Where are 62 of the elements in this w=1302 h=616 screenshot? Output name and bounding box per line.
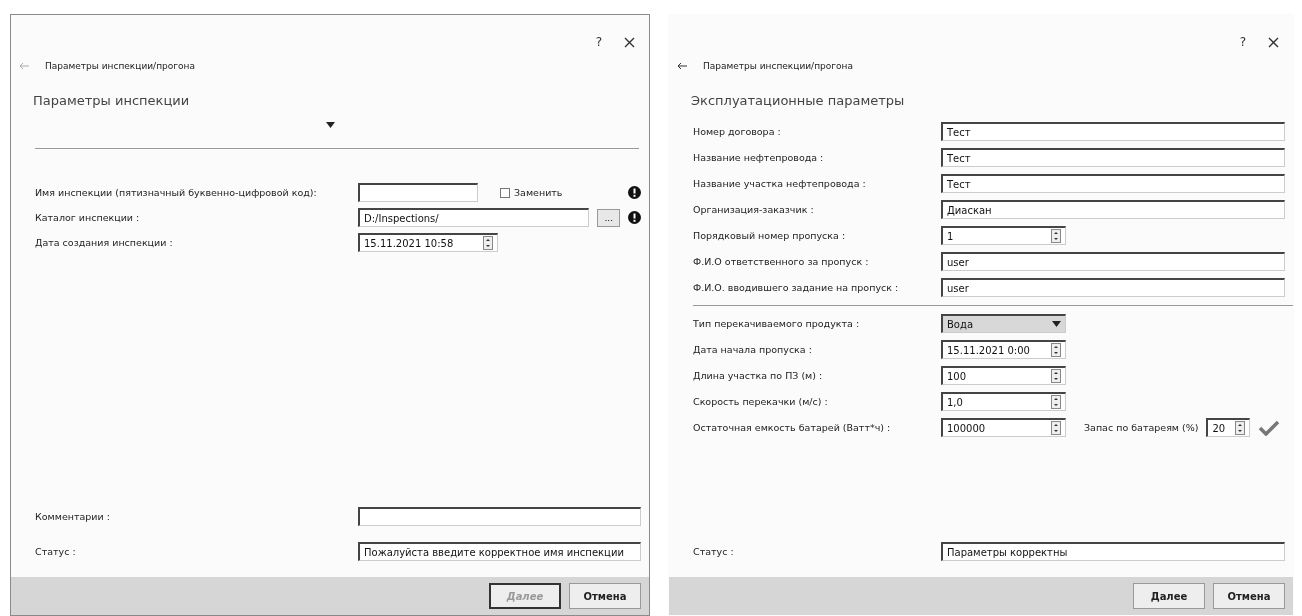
text-field[interactable]: Пожалуйста введите корректное имя инспекции — [358, 542, 641, 561]
spinner-arrows-icon[interactable] — [1051, 369, 1061, 383]
browse-button[interactable]: ... — [597, 208, 620, 227]
back-arrow-icon[interactable] — [677, 62, 687, 70]
spin-field[interactable]: 15.11.2021 0:00 — [941, 340, 1066, 359]
text-field[interactable]: Параметры корректны — [941, 542, 1285, 561]
spin-field[interactable]: 100000 — [941, 418, 1066, 437]
section-heading: Эксплуатационные параметры — [690, 92, 906, 108]
spinner-arrows-icon[interactable] — [1051, 343, 1061, 357]
close-icon[interactable] — [1268, 36, 1279, 48]
breadcrumb-title: Параметры инспекции/прогона — [45, 61, 195, 71]
field-label: Название участка нефтепровода : — [693, 178, 867, 189]
spinner-arrows-icon[interactable] — [483, 236, 493, 250]
field-label: Каталог инспекции : — [35, 212, 141, 223]
field-label: Имя инспекции (пятизначный буквенно-цифровой код): — [35, 187, 318, 198]
text-field[interactable]: Диаскан — [941, 200, 1285, 219]
field-label: Дата создания инспекции : — [35, 237, 174, 248]
text-field[interactable]: user — [941, 252, 1285, 271]
spinner-arrows-icon[interactable] — [1235, 421, 1246, 435]
field-label: Статус : — [693, 546, 735, 557]
dropdown-caret-icon[interactable] — [1052, 321, 1061, 327]
dropdown-arrow-icon[interactable] — [325, 122, 335, 128]
breadcrumb-title: Параметры инспекции/прогона — [703, 61, 853, 71]
spinner-arrows-icon[interactable] — [1051, 395, 1061, 409]
field-label: Комментарии : — [35, 511, 111, 522]
text-field[interactable] — [358, 183, 478, 202]
spin-field[interactable]: 15.11.2021 10:58 — [358, 233, 498, 252]
close-icon[interactable] — [624, 36, 635, 48]
field-label: Название нефтепровода : — [693, 152, 825, 163]
field-label: Номер договора : — [693, 126, 782, 137]
checkbox[interactable] — [500, 187, 510, 198]
field-label: Дата начала пропуска : — [693, 344, 813, 355]
cancel-button[interactable]: Отмена — [569, 583, 641, 609]
field-label: Длина участка по ПЗ (м) : — [693, 370, 824, 381]
field-label: Ф.И.О. вводившего задание на пропуск : — [693, 282, 900, 293]
spin-field[interactable]: 20 — [1206, 418, 1251, 437]
select-field[interactable]: Вода — [941, 314, 1066, 333]
text-field[interactable]: Тест — [941, 148, 1285, 167]
next-button[interactable]: Далее — [1133, 583, 1205, 609]
help-button[interactable]: ? — [595, 35, 602, 49]
checkbox-label: Заменить — [514, 187, 563, 198]
field-label: Статус : — [35, 546, 77, 557]
field-label: Скорость перекачки (м/с) : — [693, 396, 829, 407]
cancel-button[interactable]: Отмена — [1213, 583, 1285, 609]
spinner-arrows-icon[interactable] — [1051, 421, 1061, 435]
field-label: Остаточная емкость батарей (Ватт*ч) : — [693, 422, 892, 433]
text-field[interactable]: user — [941, 278, 1285, 297]
spinner-arrows-icon[interactable] — [1051, 229, 1061, 243]
text-field[interactable]: Тест — [941, 122, 1285, 141]
field-label: Порядковый номер пропуска : — [693, 230, 847, 241]
text-field[interactable] — [358, 507, 641, 526]
field-label: Запас по батареям (%) — [1084, 422, 1199, 433]
field-label: Ф.И.О ответственного за пропуск : — [693, 256, 870, 267]
help-button[interactable]: ? — [1239, 35, 1246, 49]
spin-field[interactable]: 1 — [941, 226, 1066, 245]
spin-field[interactable]: 100 — [941, 366, 1066, 385]
path-field[interactable]: D:/Inspections/ — [358, 208, 590, 227]
spin-field[interactable]: 1,0 — [941, 392, 1066, 411]
text-field[interactable]: Тест — [941, 174, 1285, 193]
field-label: Тип перекачиваемого продукта : — [693, 318, 861, 329]
section-heading: Параметры инспекции — [32, 92, 191, 108]
field-label: Организация-заказчик : — [693, 204, 815, 215]
